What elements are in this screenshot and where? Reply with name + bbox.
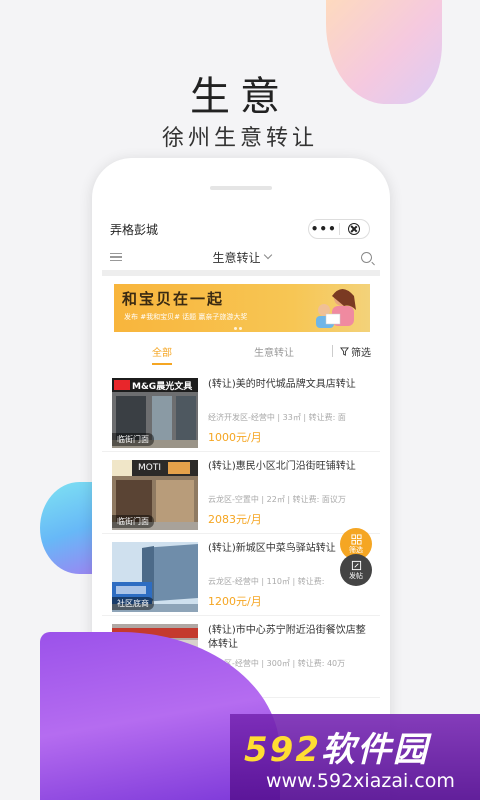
banner-subline: 发布 #我和宝贝# 话题 赢亲子旅游大奖 bbox=[124, 313, 248, 321]
close-button[interactable] bbox=[340, 223, 370, 235]
mini-program-bar: 弄格彭城 ••• bbox=[102, 214, 380, 244]
phone-speaker bbox=[210, 186, 272, 190]
filter-icon bbox=[340, 346, 349, 356]
tab-divider bbox=[332, 345, 333, 357]
tab-all[interactable]: 全部 bbox=[152, 344, 172, 365]
listing-item[interactable]: MOTI 临街门面 (转让)惠民小区北门沿街旺铺转让 云龙区-空置中 | 22㎡… bbox=[102, 452, 380, 534]
chevron-down-icon bbox=[263, 250, 272, 260]
post-fab-label: 发帖 bbox=[349, 571, 363, 580]
filter-tabs: 全部 生意转让 筛选 bbox=[102, 336, 380, 366]
listing-thumbnail: MOTI 临街门面 bbox=[112, 460, 198, 530]
mini-program-capsule: ••• bbox=[308, 219, 370, 239]
banner-headline: 和宝贝在一起 bbox=[122, 290, 225, 308]
banner-pager bbox=[234, 327, 242, 330]
watermark-url: www.592xiazai.com bbox=[266, 770, 455, 792]
listing-title: (转让)美的时代城品牌文具店转让 bbox=[208, 379, 356, 390]
filter-button[interactable]: 筛选 bbox=[340, 344, 371, 359]
thumbnail-tag: 临街门面 bbox=[112, 515, 154, 528]
promo-banner[interactable]: 和宝贝在一起 发布 #我和宝贝# 话题 赢亲子旅游大奖 bbox=[114, 284, 370, 332]
watermark-brand: 592软件园 bbox=[244, 722, 429, 771]
watermark-text: 软件园 bbox=[320, 730, 429, 770]
category-dropdown[interactable]: 生意转让 bbox=[212, 249, 272, 266]
hero-title: 生意 bbox=[190, 74, 290, 120]
nav-title: 生意转让 bbox=[212, 250, 261, 265]
close-icon bbox=[348, 223, 361, 235]
menu-icon[interactable] bbox=[110, 252, 122, 262]
banner-illustration bbox=[316, 289, 356, 328]
hero-subtitle: 徐州生意转让 bbox=[161, 126, 318, 151]
grid-icon bbox=[350, 533, 362, 545]
shop-sign-text: MOTI bbox=[138, 463, 162, 473]
decorative-blob-left bbox=[40, 482, 96, 574]
mini-program-title: 弄格彭城 bbox=[110, 222, 159, 237]
listing-meta: 云龙区-空置中 | 22㎡ | 转让费: 面议万 bbox=[208, 495, 346, 504]
listing-item[interactable]: 社区底商 (转让)新城区中菜鸟驿站转让 云龙区-经营中 | 110㎡ | 转让费… bbox=[102, 534, 380, 616]
listing-thumbnail: M&G晨光文具 临街门面 bbox=[112, 378, 198, 448]
listing-price: 1000元/月 bbox=[208, 431, 262, 444]
nav-bar: 生意转让 bbox=[102, 244, 380, 276]
watermark-number: 592 bbox=[244, 730, 321, 770]
filter-label: 筛选 bbox=[351, 347, 371, 359]
listing-meta: 经济开发区-经营中 | 33㎡ | 转让费: 面 bbox=[208, 413, 346, 422]
listing-title: (转让)市中心苏宁附近沿街餐饮店整体转让 bbox=[208, 625, 366, 650]
more-icon[interactable]: ••• bbox=[309, 222, 339, 236]
listing-info: (转让)美的时代城品牌文具店转让 经济开发区-经营中 | 33㎡ | 转让费: … bbox=[208, 378, 370, 445]
shop-sign-text: M&G晨光文具 bbox=[132, 382, 193, 392]
listing-price: 2083元/月 bbox=[208, 513, 262, 526]
listing-item[interactable]: M&G晨光文具 临街门面 (转让)美的时代城品牌文具店转让 经济开发区-经营中 … bbox=[102, 370, 380, 452]
listing-info: (转让)惠民小区北门沿街旺铺转让 云龙区-空置中 | 22㎡ | 转让费: 面议… bbox=[208, 460, 370, 527]
listing-price: 1200元/月 bbox=[208, 595, 262, 608]
listing-thumbnail: 社区底商 bbox=[112, 542, 198, 612]
filter-fab-label: 筛选 bbox=[349, 545, 363, 554]
thumbnail-tag: 临街门面 bbox=[112, 433, 154, 446]
post-fab[interactable]: 发帖 bbox=[340, 554, 372, 586]
listing-title: (转让)惠民小区北门沿街旺铺转让 bbox=[208, 461, 356, 472]
edit-icon bbox=[351, 560, 361, 570]
search-icon[interactable] bbox=[360, 251, 372, 263]
tab-transfer[interactable]: 生意转让 bbox=[254, 344, 294, 359]
thumbnail-tag: 社区底商 bbox=[112, 597, 154, 610]
watermark: 592软件园 www.592xiazai.com bbox=[230, 714, 480, 800]
